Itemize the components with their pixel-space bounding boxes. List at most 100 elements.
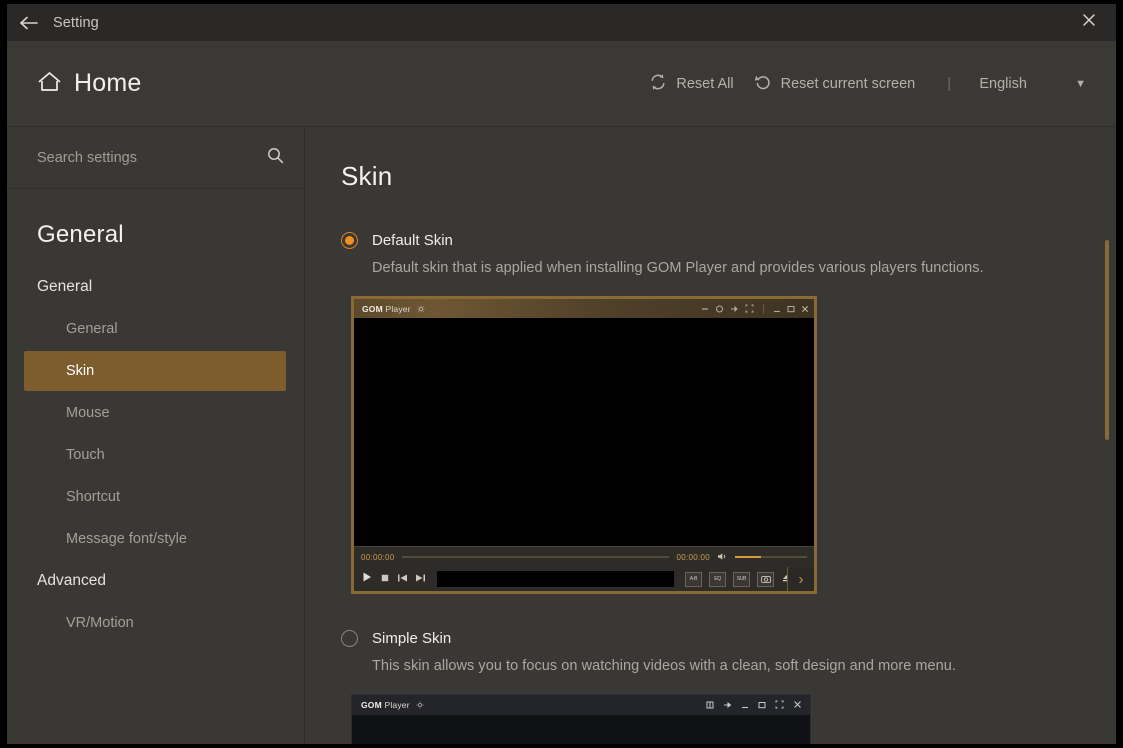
radio-simple-skin[interactable] xyxy=(341,630,358,647)
preview-playlist-field[interactable] xyxy=(437,571,674,587)
header-separator: | xyxy=(925,75,969,92)
stop-icon[interactable] xyxy=(380,570,390,588)
window-titlebar: Setting xyxy=(7,4,1116,41)
back-button[interactable] xyxy=(7,4,51,41)
settings-body: General General General Skin Mouse Touch… xyxy=(7,127,1116,744)
preview-pin-icon xyxy=(730,300,739,318)
simple-preview-fullscreen-icon xyxy=(775,696,784,714)
scrollbar-thumb[interactable] xyxy=(1105,240,1109,440)
home-icon xyxy=(37,70,62,98)
window-title: Setting xyxy=(53,15,99,31)
preview-divider xyxy=(763,304,764,314)
preview-progress-track[interactable] xyxy=(402,556,670,558)
home-button[interactable]: Home xyxy=(37,69,142,98)
close-icon xyxy=(1081,12,1097,33)
preview-total-time: 00:00:00 xyxy=(676,553,710,562)
simple-preview-close-icon xyxy=(793,696,802,714)
sidebar-item-touch[interactable]: Touch xyxy=(24,435,286,475)
preview-minimize-icon xyxy=(773,300,781,318)
simple-preview-brand-bold: GOM xyxy=(361,700,382,710)
sidebar-item-message-font-style[interactable]: Message font/style xyxy=(24,519,286,559)
volume-icon[interactable] xyxy=(717,548,728,566)
language-selector[interactable]: English xyxy=(969,76,1047,92)
preview-volume-track[interactable] xyxy=(735,556,807,558)
preview-window-controls xyxy=(701,300,809,318)
settings-content: Skin Default Skin Default skin that is a… xyxy=(305,127,1116,744)
option-simple-skin: Simple Skin This skin allows you to focu… xyxy=(341,630,1116,744)
undo-icon xyxy=(754,73,772,95)
simple-preview-pin-icon xyxy=(723,696,732,714)
settings-header: Home Reset All xyxy=(7,41,1116,127)
search-icon[interactable] xyxy=(267,147,284,169)
preview-close-icon xyxy=(801,300,809,318)
sidebar-group-advanced[interactable]: Advanced xyxy=(7,561,304,601)
simple-preview-brand-thin: Player xyxy=(384,700,409,710)
option-default-skin: Default Skin Default skin that is applie… xyxy=(341,232,1116,594)
chevron-down-icon[interactable]: ▼ xyxy=(1047,78,1094,90)
subtitle-button[interactable]: SUB xyxy=(733,572,750,587)
default-skin-preview[interactable]: GOM Player xyxy=(351,296,817,594)
refresh-icon xyxy=(649,73,667,95)
default-skin-radio-row[interactable]: Default Skin xyxy=(341,232,1116,249)
preview-maximize-icon xyxy=(787,300,795,318)
sidebar-item-shortcut[interactable]: Shortcut xyxy=(24,477,286,517)
search-box[interactable] xyxy=(7,127,304,189)
chevron-right-icon[interactable]: › xyxy=(787,567,814,591)
default-skin-description: Default skin that is applied when instal… xyxy=(372,260,1116,276)
header-actions: Reset All Reset current screen | English… xyxy=(639,73,1094,95)
sidebar-item-general[interactable]: General xyxy=(24,309,286,349)
close-button[interactable] xyxy=(1062,4,1116,41)
simple-skin-radio-row[interactable]: Simple Skin xyxy=(341,630,1116,647)
simple-skin-label: Simple Skin xyxy=(372,630,451,647)
reset-current-screen-label: Reset current screen xyxy=(781,76,916,92)
preview-seek-bar[interactable]: 00:00:00 00:00:00 xyxy=(354,546,814,567)
simple-skin-preview[interactable]: GOM Player xyxy=(351,694,811,744)
sidebar-group-general[interactable]: General xyxy=(7,267,304,307)
settings-sidebar: General General General Skin Mouse Touch… xyxy=(7,127,305,744)
play-icon[interactable] xyxy=(361,570,373,588)
simple-skin-description: This skin allows you to focus on watchin… xyxy=(372,658,1116,674)
reset-all-button[interactable]: Reset All xyxy=(639,73,743,95)
simple-preview-titlebar: GOM Player xyxy=(352,695,810,715)
preview-brand: GOM Player xyxy=(362,304,411,314)
preview-elapsed-time: 00:00:00 xyxy=(361,553,395,562)
page-title: Skin xyxy=(341,161,1116,192)
simple-preview-window-controls xyxy=(706,696,802,714)
preview-control-bar: A-B EQ SUB › xyxy=(354,567,814,591)
preview-extra-controls xyxy=(701,300,754,318)
reset-all-label: Reset All xyxy=(676,76,733,92)
default-skin-label: Default Skin xyxy=(372,232,453,249)
content-scrollbar[interactable] xyxy=(1102,127,1112,744)
simple-preview-video-area xyxy=(352,715,810,744)
simple-preview-minimize-icon xyxy=(741,696,749,714)
preview-fullscreen-icon xyxy=(745,300,754,318)
sidebar-item-vr-motion[interactable]: VR/Motion xyxy=(24,603,286,643)
preview-shuffle-icon xyxy=(715,300,724,318)
camera-icon[interactable] xyxy=(757,572,774,587)
arrow-left-icon xyxy=(19,16,39,30)
ab-repeat-button[interactable]: A-B xyxy=(685,572,702,587)
settings-window: Setting Home xyxy=(7,4,1116,744)
equalizer-button[interactable]: EQ xyxy=(709,572,726,587)
sidebar-nav: General General General Skin Mouse Touch… xyxy=(7,189,304,645)
sidebar-item-skin[interactable]: Skin xyxy=(24,351,286,391)
preview-video-area xyxy=(354,318,814,546)
preview-titlebar: GOM Player xyxy=(354,299,814,318)
preview-minus-icon xyxy=(701,300,709,318)
simple-preview-brand: GOM Player xyxy=(361,700,410,710)
sidebar-item-mouse[interactable]: Mouse xyxy=(24,393,286,433)
gear-icon xyxy=(416,696,424,714)
next-track-icon[interactable] xyxy=(415,570,426,588)
preview-brand-thin: Player xyxy=(385,304,410,314)
previous-track-icon[interactable] xyxy=(397,570,408,588)
preview-std-controls xyxy=(773,300,809,318)
home-label: Home xyxy=(74,69,142,98)
preview-brand-bold: GOM xyxy=(362,304,383,314)
reset-current-screen-button[interactable]: Reset current screen xyxy=(744,73,926,95)
simple-preview-maximize-icon xyxy=(758,696,766,714)
radio-default-skin[interactable] xyxy=(341,232,358,249)
gear-icon xyxy=(417,300,425,318)
sidebar-section-title: General xyxy=(7,211,304,267)
search-input[interactable] xyxy=(37,150,267,166)
simple-preview-playlist-icon xyxy=(706,696,714,714)
